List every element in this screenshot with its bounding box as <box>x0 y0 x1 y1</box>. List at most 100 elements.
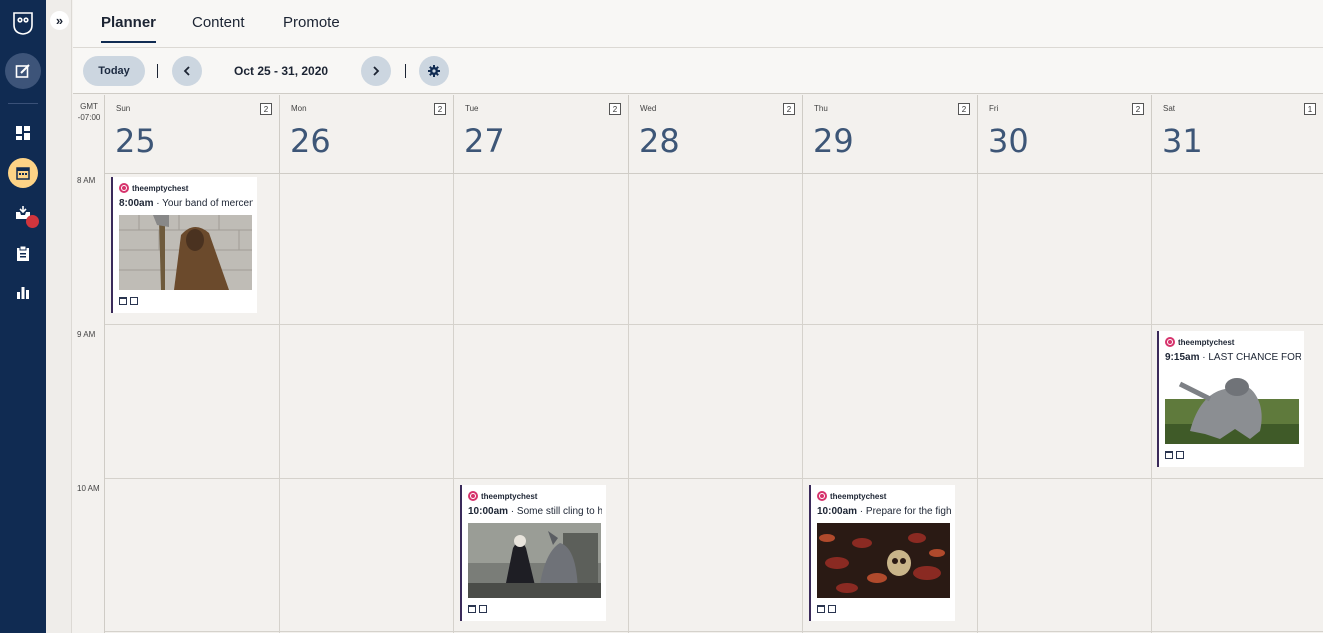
post-time: 9:15am <box>1165 352 1200 363</box>
grid-line <box>105 631 1323 632</box>
post-count-badge: 2 <box>609 103 621 115</box>
owl-logo-icon[interactable] <box>12 11 34 35</box>
day-header-wed[interactable]: Wed 28 2 <box>629 95 803 174</box>
post-text: · Some still cling to h <box>508 506 602 517</box>
timezone-label: GMT -07:00 <box>73 95 105 173</box>
post-account: theemptychest <box>1165 337 1234 347</box>
instagram-icon <box>1165 337 1175 347</box>
app-sidebar <box>0 0 46 633</box>
post-count-badge: 2 <box>1132 103 1144 115</box>
post-meta-icons <box>1165 451 1184 459</box>
toolbar-separator <box>157 64 158 78</box>
calendar-icon <box>1165 451 1173 459</box>
day-header-sun[interactable]: Sun 25 2 <box>105 95 280 174</box>
post-card[interactable]: theemptychest 8:00am · Your band of merc… <box>111 177 257 313</box>
post-time: 8:00am <box>119 198 154 209</box>
grid-line <box>105 478 1323 479</box>
day-header-sat[interactable]: Sat 31 1 <box>1152 95 1323 174</box>
chevron-right-icon <box>373 66 380 76</box>
day-of-week: Fri <box>989 104 999 113</box>
day-number: 28 <box>639 122 680 160</box>
post-time: 10:00am <box>817 506 858 517</box>
post-preview: 8:00am · Your band of mercen <box>119 198 253 209</box>
grid-line <box>977 174 978 633</box>
time-label-8am: 8 AM <box>77 176 96 185</box>
week-calendar: GMT -07:00 8 AM 9 AM 10 AM Sun 25 2 Mon … <box>73 95 1323 633</box>
instagram-icon <box>817 491 827 501</box>
edit-icon <box>15 64 30 78</box>
post-time: 10:00am <box>468 506 509 517</box>
day-number: 31 <box>1162 122 1203 160</box>
post-preview: 10:00am · Some still cling to h <box>468 506 602 517</box>
account-name: theemptychest <box>132 183 189 193</box>
post-image <box>817 523 950 598</box>
grid-line <box>453 174 454 633</box>
post-card[interactable]: theemptychest 10:00am · Some still cling… <box>460 485 606 621</box>
chevron-left-icon <box>183 66 190 76</box>
day-of-week: Mon <box>291 104 307 113</box>
grid-line <box>279 174 280 633</box>
account-name: theemptychest <box>830 491 887 501</box>
figure-with-werewolf-icon <box>468 523 601 598</box>
day-of-week: Tue <box>465 104 479 113</box>
tab-content[interactable]: Content <box>192 14 245 41</box>
today-button[interactable]: Today <box>83 56 145 86</box>
day-number: 30 <box>988 122 1029 160</box>
account-name: theemptychest <box>1178 337 1235 347</box>
day-header-thu[interactable]: Thu 29 2 <box>803 95 978 174</box>
post-account: theemptychest <box>119 183 188 193</box>
post-preview: 10:00am · Prepare for the figh <box>817 506 951 517</box>
collapse-panel: » <box>46 0 72 633</box>
post-preview: 9:15am · LAST CHANCE FOR TI <box>1165 352 1301 363</box>
gray-creature-statue-icon <box>1165 369 1299 444</box>
post-text: · Your band of mercen <box>153 198 253 209</box>
time-column: GMT -07:00 8 AM 9 AM 10 AM <box>73 95 105 633</box>
tab-promote[interactable]: Promote <box>283 14 340 41</box>
calendar-icon <box>817 605 825 613</box>
timezone-line: GMT <box>80 102 98 111</box>
image-icon <box>479 605 487 613</box>
notification-badge <box>26 215 39 228</box>
time-label-10am: 10 AM <box>77 484 100 493</box>
post-card[interactable]: theemptychest 10:00am · Prepare for the … <box>809 485 955 621</box>
day-header-tue[interactable]: Tue 27 2 <box>454 95 629 174</box>
planner-calendar-icon[interactable] <box>8 158 38 188</box>
post-text: · Prepare for the figh <box>857 506 951 517</box>
day-of-week: Wed <box>640 104 657 113</box>
post-account: theemptychest <box>468 491 537 501</box>
day-of-week: Thu <box>814 104 828 113</box>
time-label-9am: 9 AM <box>77 330 96 339</box>
image-icon <box>1176 451 1184 459</box>
hooded-man-with-axe-icon <box>119 215 252 290</box>
post-image <box>468 523 601 598</box>
previous-week-button[interactable] <box>172 56 202 86</box>
calendar-icon <box>119 297 127 305</box>
post-meta-icons <box>119 297 138 305</box>
skull-and-leaves-icon <box>817 523 950 598</box>
post-image <box>1165 369 1299 444</box>
gear-icon <box>428 65 440 77</box>
post-count-badge: 2 <box>783 103 795 115</box>
grid-line <box>802 174 803 633</box>
calendar-icon <box>468 605 476 613</box>
post-meta-icons <box>817 605 836 613</box>
image-icon <box>130 297 138 305</box>
tab-planner[interactable]: Planner <box>101 14 157 43</box>
settings-button[interactable] <box>419 56 449 86</box>
day-header-fri[interactable]: Fri 30 2 <box>978 95 1152 174</box>
post-text: · LAST CHANCE FOR TI <box>1202 352 1301 363</box>
analytics-icon[interactable] <box>8 277 38 307</box>
post-card[interactable]: theemptychest 9:15am · LAST CHANCE FOR T… <box>1157 331 1304 467</box>
expand-button[interactable]: » <box>50 11 69 30</box>
day-of-week: Sun <box>116 104 131 113</box>
calendar-toolbar: Today Oct 25 - 31, 2020 <box>73 48 1323 94</box>
compose-button[interactable] <box>5 53 41 89</box>
dashboard-icon[interactable] <box>8 118 38 148</box>
next-week-button[interactable] <box>361 56 391 86</box>
image-icon <box>828 605 836 613</box>
clipboard-icon[interactable] <box>8 238 38 268</box>
sidebar-divider <box>8 103 38 104</box>
day-header-mon[interactable]: Mon 26 2 <box>280 95 454 174</box>
toolbar-separator <box>405 64 406 78</box>
day-number: 25 <box>115 122 156 160</box>
